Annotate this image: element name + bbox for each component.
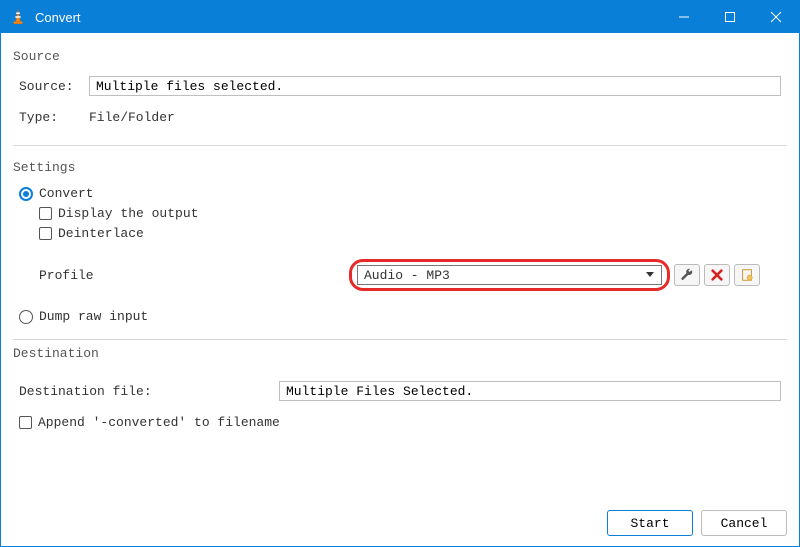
profile-label: Profile [39, 268, 109, 283]
minimize-button[interactable] [661, 1, 707, 33]
checkbox-unchecked-icon [19, 416, 32, 429]
cancel-button[interactable]: Cancel [701, 510, 787, 536]
radio-unchecked-icon [19, 310, 33, 324]
profile-select-value: Audio - MP3 [364, 268, 643, 283]
display-output-label: Display the output [58, 206, 198, 221]
checkbox-unchecked-icon [39, 227, 52, 240]
vlc-cone-icon [9, 8, 27, 26]
start-button[interactable]: Start [607, 510, 693, 536]
convert-radio-row[interactable]: Convert [19, 186, 781, 201]
append-converted-label: Append '-converted' to filename [38, 415, 280, 430]
destination-file-label: Destination file: [19, 384, 169, 399]
display-output-checkbox-row[interactable]: Display the output [39, 206, 781, 221]
window-title: Convert [35, 10, 661, 25]
checkbox-unchecked-icon [39, 207, 52, 220]
dump-raw-radio-row[interactable]: Dump raw input [19, 309, 781, 324]
divider [13, 339, 787, 340]
type-value: File/Folder [89, 110, 175, 125]
dialog-footer: Start Cancel [1, 502, 799, 546]
chevron-down-icon [643, 268, 657, 282]
type-label: Type: [19, 110, 89, 125]
deinterlace-label: Deinterlace [58, 226, 144, 241]
new-profile-button[interactable] [734, 264, 760, 286]
deinterlace-checkbox-row[interactable]: Deinterlace [39, 226, 781, 241]
settings-section-title: Settings [13, 160, 787, 175]
convert-radio-label: Convert [39, 186, 94, 201]
source-label: Source: [19, 79, 89, 94]
dump-raw-label: Dump raw input [39, 309, 148, 324]
append-converted-checkbox-row[interactable]: Append '-converted' to filename [19, 415, 781, 430]
profile-highlight: Audio - MP3 [349, 259, 670, 291]
x-red-icon [710, 268, 724, 282]
edit-profile-button[interactable] [674, 264, 700, 286]
radio-checked-icon [19, 187, 33, 201]
profile-select[interactable]: Audio - MP3 [357, 265, 662, 285]
divider [13, 145, 787, 146]
titlebar: Convert [1, 1, 799, 33]
destination-section-title: Destination [13, 346, 787, 361]
maximize-button[interactable] [707, 1, 753, 33]
close-button[interactable] [753, 1, 799, 33]
source-section-title: Source [13, 49, 787, 64]
wrench-icon [680, 268, 694, 282]
dialog-content: Source Source: Type: File/Folder Setting… [1, 33, 799, 502]
delete-profile-button[interactable] [704, 264, 730, 286]
source-input[interactable] [89, 76, 781, 96]
destination-file-input[interactable] [279, 381, 781, 401]
new-document-icon [740, 268, 754, 282]
convert-dialog: Convert Source Source: Type: File/Folder… [0, 0, 800, 547]
